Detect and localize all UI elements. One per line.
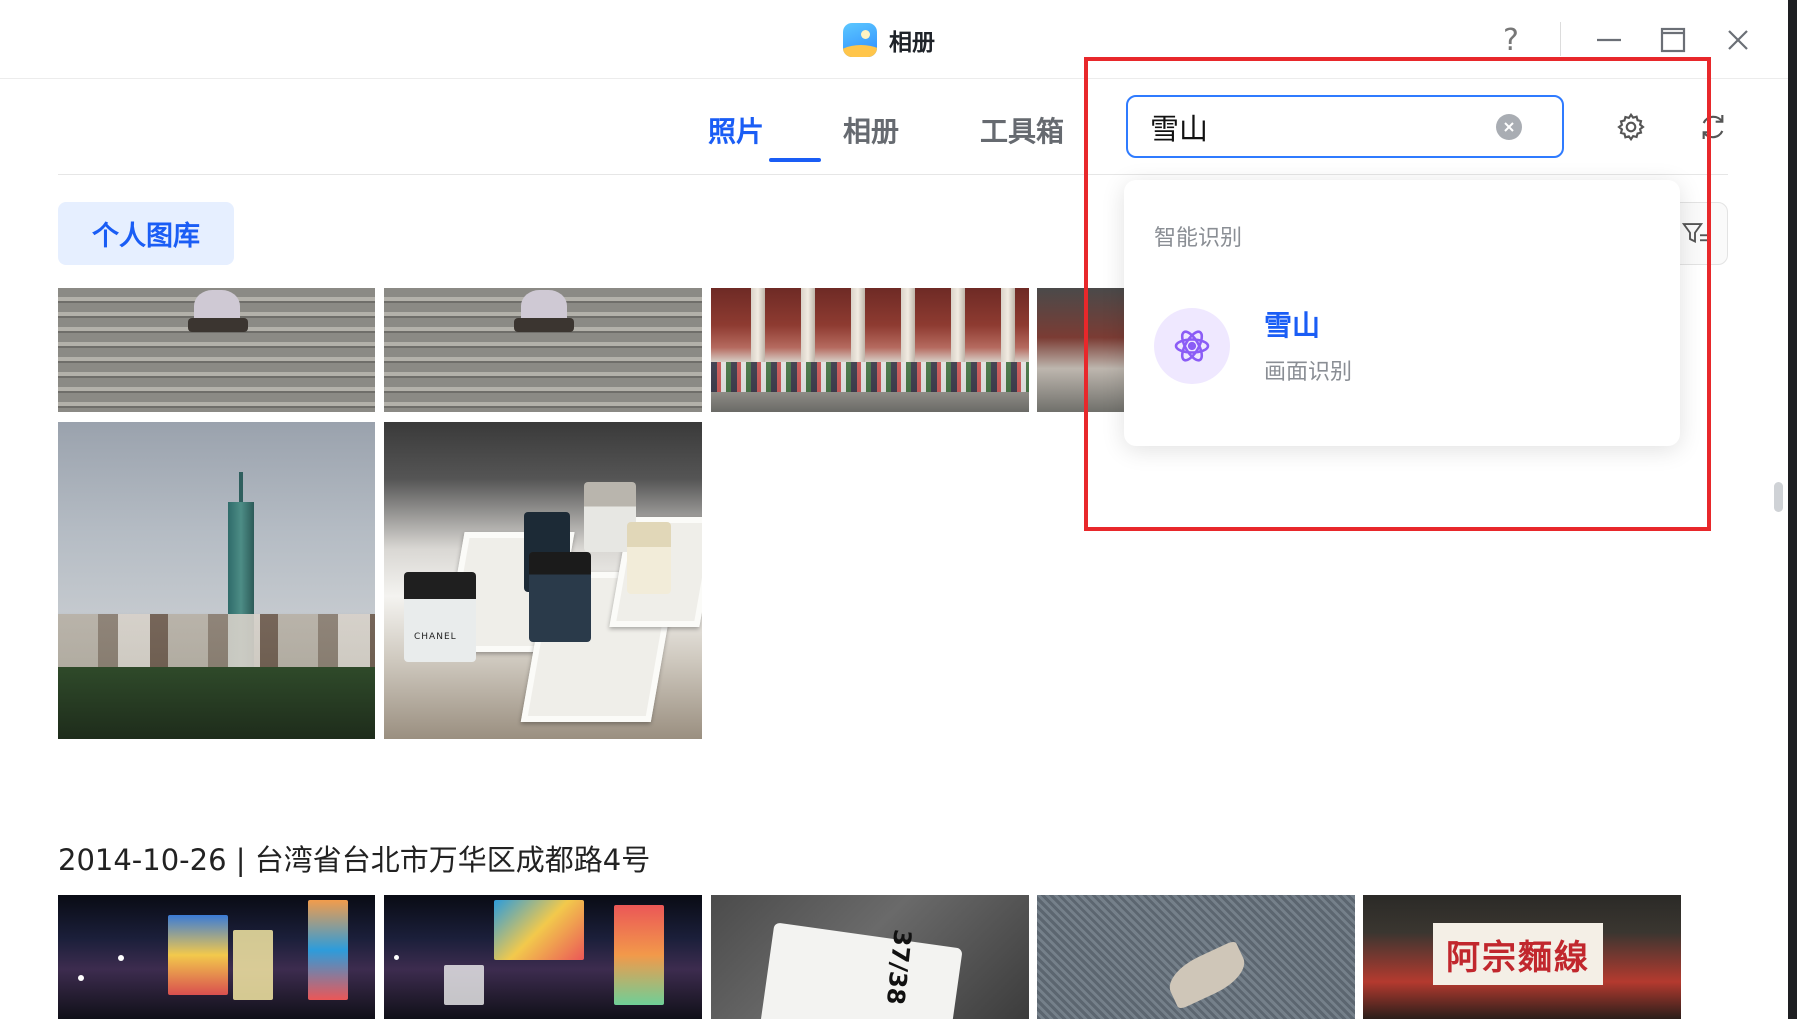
- photo-thumbnail[interactable]: CHANEL: [384, 422, 702, 739]
- title-bar: 相册 ?: [0, 0, 1797, 79]
- active-tab-indicator: [769, 158, 821, 162]
- suggestion-title: 雪山: [1264, 309, 1321, 342]
- clear-search-button[interactable]: [1496, 114, 1522, 140]
- suggestion-subtitle: 画面识别: [1264, 360, 1353, 385]
- close-button[interactable]: [1716, 18, 1760, 62]
- photo-thumbnail[interactable]: [384, 288, 702, 412]
- maximize-button[interactable]: [1651, 18, 1695, 62]
- help-button[interactable]: ?: [1489, 18, 1533, 62]
- personal-library-chip[interactable]: 个人图库: [58, 202, 234, 265]
- filter-icon: [1681, 222, 1708, 243]
- tab-albums[interactable]: 相册: [843, 110, 899, 150]
- gear-icon: [1617, 112, 1645, 142]
- minimize-button[interactable]: [1587, 18, 1631, 62]
- suggestion-item[interactable]: 雪山 画面识别: [1154, 308, 1650, 388]
- tab-photos[interactable]: 照片: [708, 110, 764, 150]
- photo-thumbnail[interactable]: [58, 895, 375, 1019]
- refresh-button[interactable]: [1692, 106, 1734, 148]
- vertical-scrollbar-thumb[interactable]: [1774, 482, 1783, 512]
- maximize-icon: [1660, 27, 1686, 53]
- date-location-heading: 2014-10-26 | 台湾省台北市万华区成都路4号: [58, 843, 651, 877]
- search-input[interactable]: [1150, 109, 1490, 145]
- tab-toolbox[interactable]: 工具箱: [980, 110, 1064, 150]
- smart-recognition-section-title: 智能识别: [1154, 226, 1243, 251]
- search-suggestions-dropdown: 智能识别 雪山 画面识别: [1124, 180, 1680, 446]
- shop-sign-text: 阿宗麵線: [1433, 923, 1603, 985]
- photo-thumbnail[interactable]: 37/38: [711, 895, 1029, 1019]
- photos-app-icon: [843, 23, 877, 57]
- photo-thumbnail[interactable]: [1037, 288, 1127, 412]
- minimize-icon: [1597, 38, 1621, 42]
- close-icon: [1728, 30, 1748, 50]
- atom-icon: [1154, 308, 1230, 384]
- photo-thumbnail[interactable]: [1037, 895, 1355, 1019]
- refresh-icon: [1702, 115, 1724, 139]
- clear-icon: [1504, 122, 1514, 132]
- photo-thumbnail[interactable]: 阿宗麵線: [1363, 895, 1681, 1019]
- photos-app-window: 相册 ? 照片 相册 工具箱 雪山 个人图库 CHANEL 2014-10-26…: [0, 0, 1797, 1019]
- settings-button[interactable]: [1610, 106, 1652, 148]
- photo-thumbnail[interactable]: [58, 288, 375, 412]
- titlebar-divider: [1560, 22, 1561, 56]
- app-title: 相册: [889, 30, 935, 56]
- photo-thumbnail[interactable]: [711, 288, 1029, 412]
- photo-thumbnail[interactable]: [384, 895, 702, 1019]
- perfume-brand-text: CHANEL: [414, 632, 457, 642]
- search-box: [1126, 95, 1564, 158]
- window-edge: [1788, 0, 1797, 1019]
- app-brand: 相册: [843, 22, 935, 58]
- photo-thumbnail[interactable]: [58, 422, 375, 739]
